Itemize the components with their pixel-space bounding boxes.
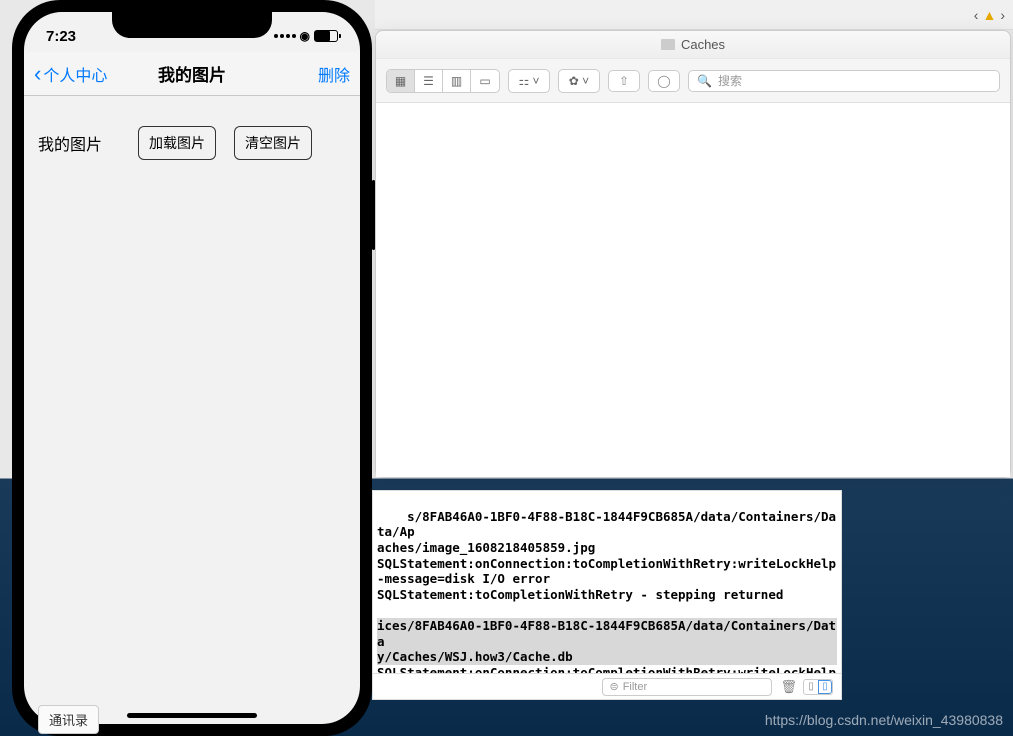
iphone-side-button — [372, 180, 375, 250]
back-button[interactable]: ‹ 个人中心 — [34, 61, 107, 87]
finder-search-input[interactable]: 🔍 搜索 — [688, 70, 1000, 92]
log-line-highlighted: y/Caches/WSJ.how3/Cache.db — [377, 649, 837, 665]
trash-icon[interactable]: 🗑 — [780, 679, 797, 695]
console-output[interactable]: s/8FAB46A0-1BF0-4F88-B18C-1844F9CB685A/d… — [373, 491, 841, 673]
battery-icon — [314, 30, 338, 42]
contacts-tooltip: 通讯录 — [38, 705, 99, 734]
iphone-simulator: 7:23 ◉ ‹ 个人中心 我的图片 删除 我的图片 加载图片 清空图片 — [12, 0, 372, 736]
button-group: 加载图片 清空图片 — [138, 126, 312, 160]
action-dropdown[interactable]: ✿ ˅ — [558, 69, 600, 93]
iphone-screen: 7:23 ◉ ‹ 个人中心 我的图片 删除 我的图片 加载图片 清空图片 — [24, 12, 360, 724]
filter-icon: ⊜ — [609, 680, 618, 693]
log-line: SQLStatement:toCompletionWithRetry - ste… — [377, 587, 783, 602]
share-button[interactable]: ⇧ — [608, 70, 640, 92]
signal-icon — [274, 34, 296, 38]
log-line: s/8FAB46A0-1BF0-4F88-B18C-1844F9CB685A/d… — [377, 509, 836, 540]
list-view-button[interactable]: ☰ — [415, 70, 443, 92]
xcode-top-bar: ‹ ▲ › — [375, 0, 1013, 30]
console-filter-input[interactable]: ⊜ Filter — [602, 678, 772, 696]
log-line: aches/image_1608218405859.jpg — [377, 540, 595, 555]
xcode-console: s/8FAB46A0-1BF0-4F88-B18C-1844F9CB685A/d… — [372, 490, 842, 700]
finder-title-text: Caches — [681, 37, 725, 52]
delete-button[interactable]: 删除 — [318, 62, 350, 86]
iphone-notch — [112, 12, 272, 38]
finder-titlebar: Caches — [376, 31, 1010, 59]
console-footer: ⊜ Filter 🗑 ▯ ▯ — [373, 673, 841, 699]
next-arrow-icon[interactable]: › — [1000, 7, 1005, 23]
log-line: SQLStatement:onConnection:toCompletionWi… — [377, 665, 836, 673]
warning-icon[interactable]: ▲ — [982, 7, 996, 23]
finder-window: Caches ▦ ☰ ▥ ▭ ⚏ ˅ ✿ ˅ ⇧ ◯ 🔍 搜索 — [375, 30, 1011, 478]
load-image-button[interactable]: 加载图片 — [138, 126, 216, 160]
group-by-button[interactable]: ⚏ ˅ — [509, 70, 549, 92]
wifi-icon: ◉ — [300, 29, 310, 43]
nav-title: 我的图片 — [158, 61, 226, 86]
log-line: -message=disk I/O error — [377, 571, 550, 586]
console-panel-toggle[interactable]: ▯ ▯ — [803, 679, 833, 695]
finder-toolbar: ▦ ☰ ▥ ▭ ⚏ ˅ ✿ ˅ ⇧ ◯ 🔍 搜索 — [376, 59, 1010, 103]
section-label: 我的图片 — [38, 131, 102, 155]
tags-button[interactable]: ◯ — [648, 70, 680, 92]
status-time: 7:23 — [46, 28, 76, 45]
watermark-text: https://blog.csdn.net/weixin_43980838 — [765, 712, 1003, 728]
clear-image-button[interactable]: 清空图片 — [234, 126, 312, 160]
folder-icon — [661, 39, 675, 50]
navigation-bar: ‹ 个人中心 我的图片 删除 — [24, 52, 360, 96]
group-by-dropdown[interactable]: ⚏ ˅ — [508, 69, 550, 93]
icon-view-button[interactable]: ▦ — [387, 70, 415, 92]
gallery-view-button[interactable]: ▭ — [471, 70, 499, 92]
log-line-highlighted: ices/8FAB46A0-1BF0-4F88-B18C-1844F9CB685… — [377, 618, 837, 649]
prev-arrow-icon[interactable]: ‹ — [974, 7, 979, 23]
share-icon: ⇧ — [619, 74, 629, 88]
view-mode-group[interactable]: ▦ ☰ ▥ ▭ — [386, 69, 500, 93]
finder-content-area[interactable] — [376, 103, 1010, 477]
filter-placeholder: Filter — [623, 681, 647, 693]
column-view-button[interactable]: ▥ — [443, 70, 471, 92]
search-placeholder: 搜索 — [718, 72, 742, 89]
back-label: 个人中心 — [43, 62, 107, 86]
home-indicator[interactable] — [127, 713, 257, 718]
right-panel-icon[interactable]: ▯ — [818, 680, 832, 694]
log-line: SQLStatement:onConnection:toCompletionWi… — [377, 556, 836, 571]
chevron-left-icon: ‹ — [34, 61, 41, 87]
gear-icon[interactable]: ✿ ˅ — [559, 70, 599, 92]
search-icon: 🔍 — [697, 74, 712, 88]
left-panel-icon[interactable]: ▯ — [804, 680, 818, 694]
tag-icon: ◯ — [657, 74, 670, 88]
content-area: 我的图片 加载图片 清空图片 — [24, 96, 360, 190]
status-right: ◉ — [274, 29, 338, 43]
